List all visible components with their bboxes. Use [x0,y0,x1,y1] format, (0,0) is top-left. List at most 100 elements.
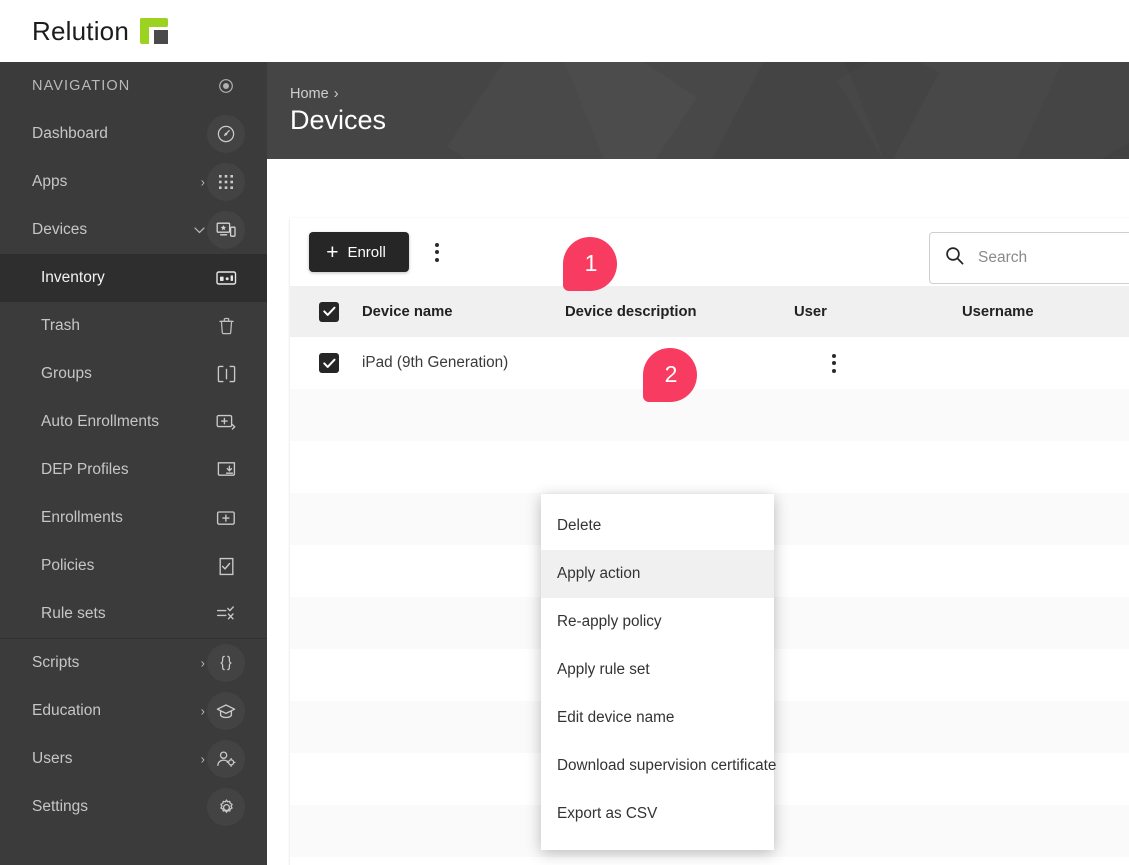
sidebar-item-groups[interactable]: Groups [0,350,267,398]
toolbar-overflow-kebab-icon[interactable] [421,233,453,271]
rule-set-icon [207,595,245,633]
sidebar-item-label: Enrollments [41,509,123,526]
menu-item-apply-action[interactable]: Apply action [541,550,774,598]
sidebar-item-label: DEP Profiles [41,461,129,478]
sidebar-item-settings[interactable]: Settings [0,783,267,831]
dep-profile-icon [207,451,245,489]
page-hero: Home › Devices [267,62,1129,159]
chevron-right-icon: › [200,655,205,671]
sidebar: NAVIGATION Dashboard Apps › Devices Inve… [0,62,267,865]
hero-decoration [267,62,1129,159]
braces-icon [207,644,245,682]
sidebar-item-apps[interactable]: Apps › [0,158,267,206]
sidebar-item-label: Trash [41,317,81,334]
enrollment-icon [207,499,245,537]
cell-device-name: iPad (9th Generation) [362,354,509,371]
menu-item-re-apply-policy[interactable]: Re-apply policy [541,598,774,646]
callout-number: 2 [664,360,678,387]
menu-item-edit-device-name[interactable]: Edit device name [541,694,774,742]
menu-item-export-as-csv[interactable]: Export as CSV [541,790,774,838]
enroll-button-label: Enroll [347,243,386,261]
sidebar-item-rule-sets[interactable]: Rule sets [0,590,267,638]
devices-icon [207,211,245,249]
callout-marker-2: 2 [643,348,697,402]
search-box[interactable] [929,232,1129,284]
relution-logo-icon [140,18,168,44]
sidebar-item-devices[interactable]: Devices [0,206,267,254]
plus-icon: + [326,240,339,264]
row-overflow-kebab-icon[interactable] [822,347,846,379]
select-all-cell [290,301,362,322]
sidebar-item-education[interactable]: Education › [0,687,267,735]
sidebar-item-dep-profiles[interactable]: DEP Profiles [0,446,267,494]
search-icon [945,246,964,270]
sidebar-item-label: Auto Enrollments [41,413,160,430]
sidebar-item-label: Apps [32,173,68,190]
sidebar-item-label: Users [32,750,73,767]
gauge-icon [207,115,245,153]
sidebar-item-label: Dashboard [32,125,108,142]
callout-number: 1 [584,249,598,276]
sidebar-item-label: Policies [41,557,95,574]
breadcrumb[interactable]: Home › [290,86,339,102]
column-header-user[interactable]: User [794,304,962,320]
breadcrumb-separator: › [333,86,339,102]
sidebar-item-label: Settings [32,798,89,815]
sidebar-item-policies[interactable]: Policies [0,542,267,590]
sidebar-item-label: Rule sets [41,605,106,622]
sidebar-header: NAVIGATION [0,62,267,110]
menu-item-delete[interactable]: Delete [541,502,774,550]
sidebar-header-label: NAVIGATION [32,78,131,94]
brand-name: Relution [32,15,129,46]
trash-icon [207,307,245,345]
page-title: Devices [290,105,387,135]
brand-bar: Relution [0,0,1129,62]
chevron-right-icon: › [200,703,205,719]
row-context-menu: Delete Apply action Re-apply policy Appl… [541,494,776,850]
breadcrumb-home[interactable]: Home [290,86,329,102]
policy-icon [207,547,245,585]
target-icon[interactable] [207,67,245,105]
auto-enrollment-icon [207,403,245,441]
menu-item-download-supervision-certificate[interactable]: Download supervision certificate [541,742,776,790]
main-content: Home › Devices + Enroll Search Device na… [267,62,1129,865]
chevron-right-icon: › [200,751,205,767]
sidebar-item-inventory[interactable]: Inventory [0,254,267,302]
menu-item-apply-rule-set[interactable]: Apply rule set [541,646,774,694]
enroll-button[interactable]: + Enroll [309,232,409,272]
table-row[interactable]: iPad (9th Generation) [290,337,1129,389]
devices-card: + Enroll Search Device name Device descr… [290,218,1129,865]
sidebar-item-enrollments[interactable]: Enrollments [0,494,267,542]
inventory-icon [207,259,245,297]
groups-icon [207,355,245,393]
table-header-row: Device name Device description User User… [290,286,1129,337]
sidebar-item-label: Devices [32,221,88,238]
user-settings-icon [207,740,245,778]
sidebar-item-scripts[interactable]: Scripts › [0,639,267,687]
sidebar-item-auto-enrollments[interactable]: Auto Enrollments [0,398,267,446]
table-row[interactable] [290,857,1129,865]
sidebar-item-label: Groups [41,365,92,382]
sidebar-item-dashboard[interactable]: Dashboard [0,110,267,158]
graduation-cap-icon [207,692,245,730]
row-checkbox[interactable] [319,353,339,373]
gear-icon [207,788,245,826]
chevron-down-icon [194,224,205,237]
row-select-cell [290,353,362,373]
relution-device-inventory-page: Relution NAVIGATION Dashboard Apps › Dev… [0,0,1129,865]
column-header-device-name[interactable]: Device name [362,304,565,320]
chevron-right-icon: › [200,174,205,190]
column-header-username[interactable]: Username [962,304,1129,320]
sidebar-item-users[interactable]: Users › [0,735,267,783]
table-row[interactable] [290,389,1129,441]
table-row[interactable] [290,441,1129,493]
sidebar-item-label: Education [32,702,101,719]
column-header-device-description[interactable]: Device description [565,304,794,320]
callout-marker-1: 1 [563,237,617,291]
sidebar-item-trash[interactable]: Trash [0,302,267,350]
grid-apps-icon [207,163,245,201]
toolbar: + Enroll [290,218,1129,286]
search-input[interactable] [978,245,1129,271]
select-all-checkbox[interactable] [319,301,339,322]
sidebar-item-label: Inventory [41,269,105,286]
